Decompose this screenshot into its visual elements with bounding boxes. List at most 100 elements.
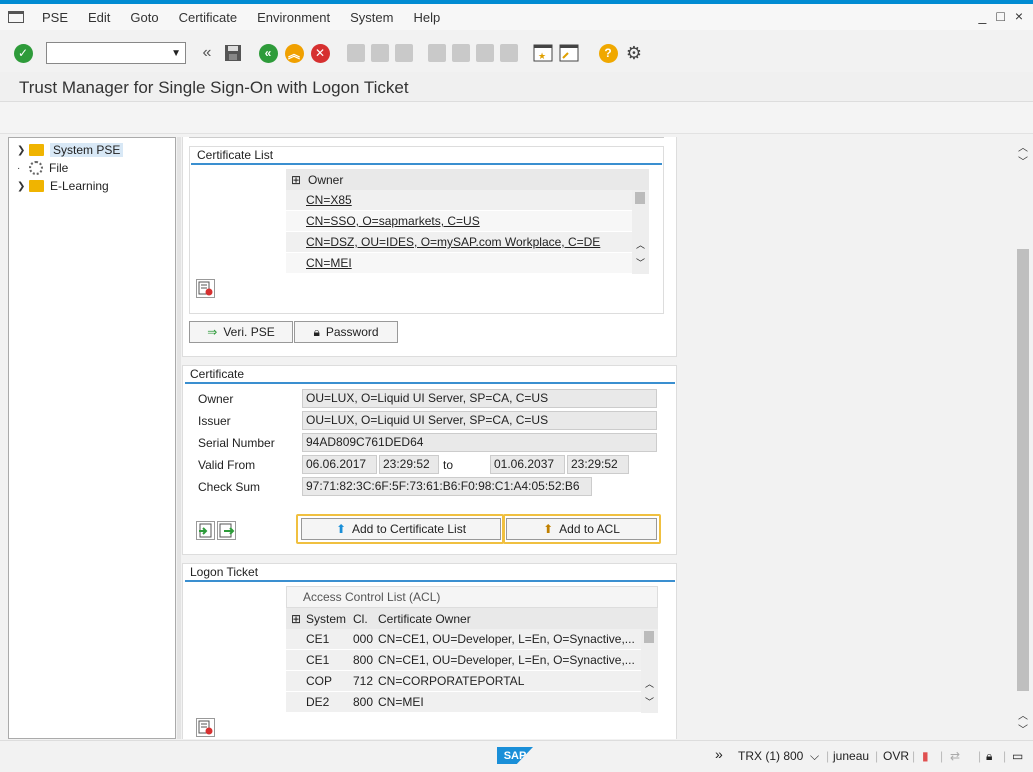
table-row[interactable]: CN=SSO, O=sapmarkets, C=US [286,211,632,232]
owner-cell[interactable]: CN=DSZ, OU=IDES, O=mySAP.com Workplace, … [306,235,600,249]
message-icon[interactable]: ▭ [1012,749,1023,763]
user-info: juneau [833,749,870,763]
table-row[interactable]: CN=X85 [286,190,632,211]
table-row[interactable]: CE1 800 CN=CE1, OU=Developer, L=En, O=Sy… [286,650,641,671]
exit-icon[interactable]: ︽ [284,43,304,63]
column-header-system[interactable]: System [306,612,353,626]
scroll-down-icon[interactable]: ﹀ [645,695,654,708]
cancel-icon[interactable]: ✕ [310,43,330,63]
table-row[interactable]: CN=DSZ, OU=IDES, O=mySAP.com Workplace, … [286,232,632,253]
tree-item-file[interactable]: · File [17,159,68,177]
help-icon[interactable]: ? [598,43,618,63]
next-page-icon[interactable] [476,44,494,62]
add-to-acl-button[interactable]: ⬆ Add to ACL [506,518,657,540]
client-cell: 000 [353,632,374,646]
table-row[interactable]: CE1 000 CN=CE1, OU=Developer, L=En, O=Sy… [286,629,641,650]
first-page-icon[interactable] [428,44,446,62]
enter-icon[interactable]: ✓ [13,43,33,63]
chevron-down-icon[interactable]: ⌵ [810,749,819,764]
delete-acl-entry-button[interactable] [196,718,215,737]
owner-cell[interactable]: CN=X85 [306,193,352,207]
system-cell: CE1 [306,653,330,667]
client-cell: 800 [353,695,374,709]
table-row[interactable]: DE2 800 CN=MEI [286,692,641,713]
chevron-down-icon: ▼ [171,47,181,59]
main-scrollbar[interactable]: ︿ ﹀ ︿ ﹀ [1015,137,1033,739]
back-icon[interactable]: « [258,43,278,63]
expand-status-icon[interactable]: » [715,746,723,762]
scroll-up-icon[interactable]: ︿ [1018,707,1028,722]
scrollbar-thumb[interactable] [1017,249,1029,691]
owner-label: Owner [198,392,234,406]
settings-icon[interactable]: ⚙ [624,43,644,63]
tree-item-system-pse[interactable]: ❯ System PSE [17,141,124,159]
table-settings-icon[interactable]: ⊞ [286,173,306,187]
generate-shortcut-icon[interactable] [559,43,579,63]
chevron-right-icon[interactable]: ❯ [17,145,29,156]
close-window-button[interactable]: × [1015,8,1023,24]
acl-table-header: ⊞ System Cl. Certificate Owner [286,608,658,629]
menu-help[interactable]: Help [403,10,450,25]
back-double-icon[interactable]: « [197,43,217,63]
column-header-client[interactable]: Cl. [353,612,378,626]
folder-icon [29,180,44,192]
system-info[interactable]: TRX (1) 800 [738,749,803,763]
system-cell: DE2 [306,695,330,709]
table-settings-icon[interactable]: ⊞ [286,612,306,626]
command-field[interactable]: ▼ [46,42,186,64]
sap-menu-icon[interactable] [8,11,24,23]
valid-from-time-field: 23:29:52 [379,455,439,474]
save-icon[interactable] [223,43,243,63]
scroll-down-icon[interactable]: ﹀ [1018,153,1028,168]
menu-pse[interactable]: PSE [32,10,78,25]
password-button[interactable]: 🔒︎ Password [294,321,398,343]
previous-page-icon[interactable] [452,44,470,62]
menu-system[interactable]: System [340,10,403,25]
bullet-icon: · [17,162,21,174]
valid-from-date-field: 06.06.2017 [302,455,377,474]
last-page-icon[interactable] [500,44,518,62]
system-cell: CE1 [306,632,330,646]
owner-cell: CN=CORPORATEPORTAL [378,674,525,688]
find-next-icon[interactable] [395,44,413,62]
delete-certificate-button[interactable] [196,279,215,298]
insert-mode[interactable]: OVR [883,749,909,763]
scroll-down-icon[interactable]: ﹀ [1018,721,1028,736]
menu-environment[interactable]: Environment [247,10,340,25]
table-scrollbar[interactable]: ︿ ﹀ [632,190,649,274]
menu-goto[interactable]: Goto [120,10,168,25]
issuer-label: Issuer [198,414,231,428]
table-row[interactable]: COP 712 CN=CORPORATEPORTAL [286,671,641,692]
owner-cell: CN=CE1, OU=Developer, L=En, O=Synactive,… [378,653,635,667]
scroll-down-icon[interactable]: ﹀ [636,256,645,269]
create-session-icon[interactable]: ★ [533,43,553,63]
svg-text:★: ★ [538,51,546,61]
column-header-owner[interactable]: Owner [306,173,343,187]
valid-from-label: Valid From [198,458,256,472]
veri-pse-button[interactable]: ⇒ Veri. PSE [189,321,293,343]
export-certificate-button[interactable] [217,521,236,540]
maximize-button[interactable]: □ [996,8,1004,24]
button-label: Veri. PSE [223,325,275,339]
minimize-button[interactable]: _ [979,8,987,24]
column-header-certificate-owner[interactable]: Certificate Owner [378,612,471,626]
add-acl-icon: ⬆ [543,522,554,536]
serial-number-label: Serial Number [198,436,275,450]
scroll-up-icon[interactable]: ︿ [1018,139,1028,154]
menu-certificate[interactable]: Certificate [169,10,248,25]
table-scrollbar[interactable]: ︿ ﹀ [641,629,658,713]
scroll-up-icon[interactable]: ︿ [636,238,645,251]
owner-cell[interactable]: CN=MEI [306,256,352,270]
table-row[interactable]: CN=MEI [286,253,632,274]
splitter-handle[interactable] [177,137,181,739]
menu-edit[interactable]: Edit [78,10,120,25]
chevron-right-icon[interactable]: ❯ [17,181,29,192]
add-to-certificate-list-button[interactable]: ⬆ Add to Certificate List [301,518,501,540]
check-sum-label: Check Sum [198,480,261,494]
scroll-up-icon[interactable]: ︿ [645,677,654,690]
tree-item-e-learning[interactable]: ❯ E-Learning [17,177,109,195]
owner-cell[interactable]: CN=SSO, O=sapmarkets, C=US [306,214,480,228]
find-icon[interactable] [371,44,389,62]
print-icon[interactable] [347,44,365,62]
import-certificate-button[interactable] [196,521,215,540]
